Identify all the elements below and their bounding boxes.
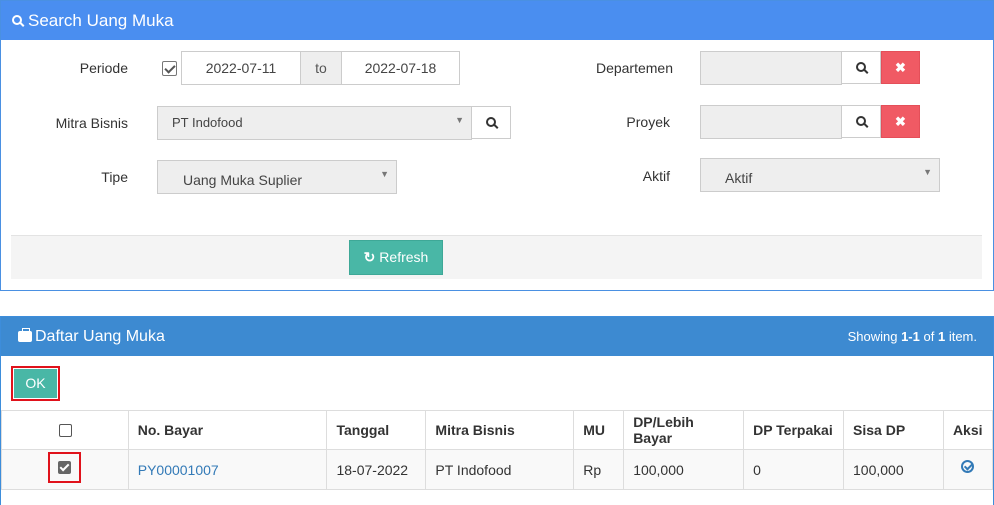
col-sisa-dp[interactable]: Sisa DP	[843, 410, 944, 450]
col-aksi: Aksi	[942, 410, 994, 450]
refresh-button[interactable]: ↻ Refresh	[349, 240, 443, 275]
summary-suffix: item.	[948, 329, 977, 344]
dp-lebih-bayar-cell: 100,000	[623, 449, 745, 490]
tipe-select[interactable]: Uang Muka Suplier ▼	[157, 160, 397, 194]
proyek-clear-button[interactable]: ✖	[881, 105, 920, 138]
col-no-bayar[interactable]: No. Bayar	[127, 410, 328, 450]
dp-terpakai-cell: 0	[743, 449, 845, 490]
aktif-select[interactable]: Aktif ▼	[700, 158, 940, 192]
tipe-value: Uang Muka Suplier	[183, 172, 303, 188]
aktif-label: Aktif	[642, 168, 670, 184]
chevron-down-icon: ▼	[455, 115, 464, 125]
summary-of: of	[923, 329, 935, 344]
periode-label: Periode	[79, 60, 128, 76]
select-all-header	[1, 410, 129, 450]
search-panel-title: Search Uang Muka	[28, 11, 174, 30]
periode-from-input[interactable]: 2022-07-11	[181, 51, 301, 85]
search-icon	[486, 117, 496, 127]
table-header-row: No. Bayar Tanggal Mitra Bisnis MU DP/Leb…	[1, 410, 994, 450]
refresh-label: Refresh	[379, 249, 429, 265]
proyek-search-button[interactable]	[841, 105, 881, 138]
mitra-bisnis-select[interactable]: PT Indofood ▼	[157, 106, 472, 140]
row-select-checkbox[interactable]	[58, 461, 71, 474]
proyek-input[interactable]	[700, 105, 842, 139]
col-dp-terpakai[interactable]: DP Terpakai	[743, 410, 845, 450]
mitra-bisnis-cell: PT Indofood	[425, 449, 575, 490]
search-icon	[856, 62, 866, 72]
search-panel-header: Search Uang Muka	[1, 1, 993, 40]
summary-range: 1-1	[901, 329, 920, 344]
mitra-bisnis-label: Mitra Bisnis	[55, 115, 128, 131]
search-icon	[12, 15, 22, 25]
chevron-down-icon: ▼	[380, 169, 389, 179]
sisa-dp-cell: 100,000	[843, 449, 944, 490]
mitra-bisnis-value: PT Indofood	[172, 115, 243, 130]
table-row: PY00001007 18-07-2022 PT Indofood Rp 100…	[1, 449, 994, 490]
search-footer	[11, 235, 982, 279]
periode-to-input[interactable]: 2022-07-18	[341, 51, 460, 85]
check-circle-icon[interactable]	[961, 460, 974, 473]
pagination-summary: Showing 1-1 of 1 item.	[848, 317, 977, 356]
chevron-down-icon: ▼	[923, 167, 932, 177]
departemen-search-button[interactable]	[841, 51, 881, 84]
briefcase-icon	[18, 328, 32, 342]
departemen-input[interactable]	[700, 51, 842, 85]
select-all-checkbox[interactable]	[59, 424, 72, 437]
no-bayar-link[interactable]: PY00001007	[127, 449, 328, 490]
refresh-icon: ↻	[363, 249, 376, 265]
departemen-clear-button[interactable]: ✖	[881, 51, 920, 84]
col-mitra-bisnis[interactable]: Mitra Bisnis	[425, 410, 575, 450]
aktif-value: Aktif	[725, 170, 753, 186]
col-dp-lebih-bayar[interactable]: DP/Lebih Bayar	[623, 410, 745, 450]
summary-prefix: Showing	[847, 329, 898, 344]
tipe-label: Tipe	[101, 169, 128, 185]
col-mu[interactable]: MU	[573, 410, 625, 450]
periode-to-separator: to	[300, 51, 342, 85]
proyek-label: Proyek	[626, 114, 670, 130]
mitra-bisnis-search-button[interactable]	[471, 106, 511, 139]
periode-checkbox[interactable]	[162, 61, 177, 76]
departemen-label: Departemen	[595, 60, 673, 76]
search-icon	[856, 116, 866, 126]
mu-cell: Rp	[573, 449, 625, 490]
tanggal-cell: 18-07-2022	[326, 449, 427, 490]
list-panel-title: Daftar Uang Muka	[35, 328, 165, 345]
ok-button[interactable]: OK	[14, 369, 57, 398]
summary-total: 1	[937, 329, 946, 344]
uang-muka-table: No. Bayar Tanggal Mitra Bisnis MU DP/Leb…	[1, 410, 994, 490]
list-panel-header: Daftar Uang Muka Showing 1-1 of 1 item.	[1, 317, 993, 356]
col-tanggal[interactable]: Tanggal	[326, 410, 427, 450]
